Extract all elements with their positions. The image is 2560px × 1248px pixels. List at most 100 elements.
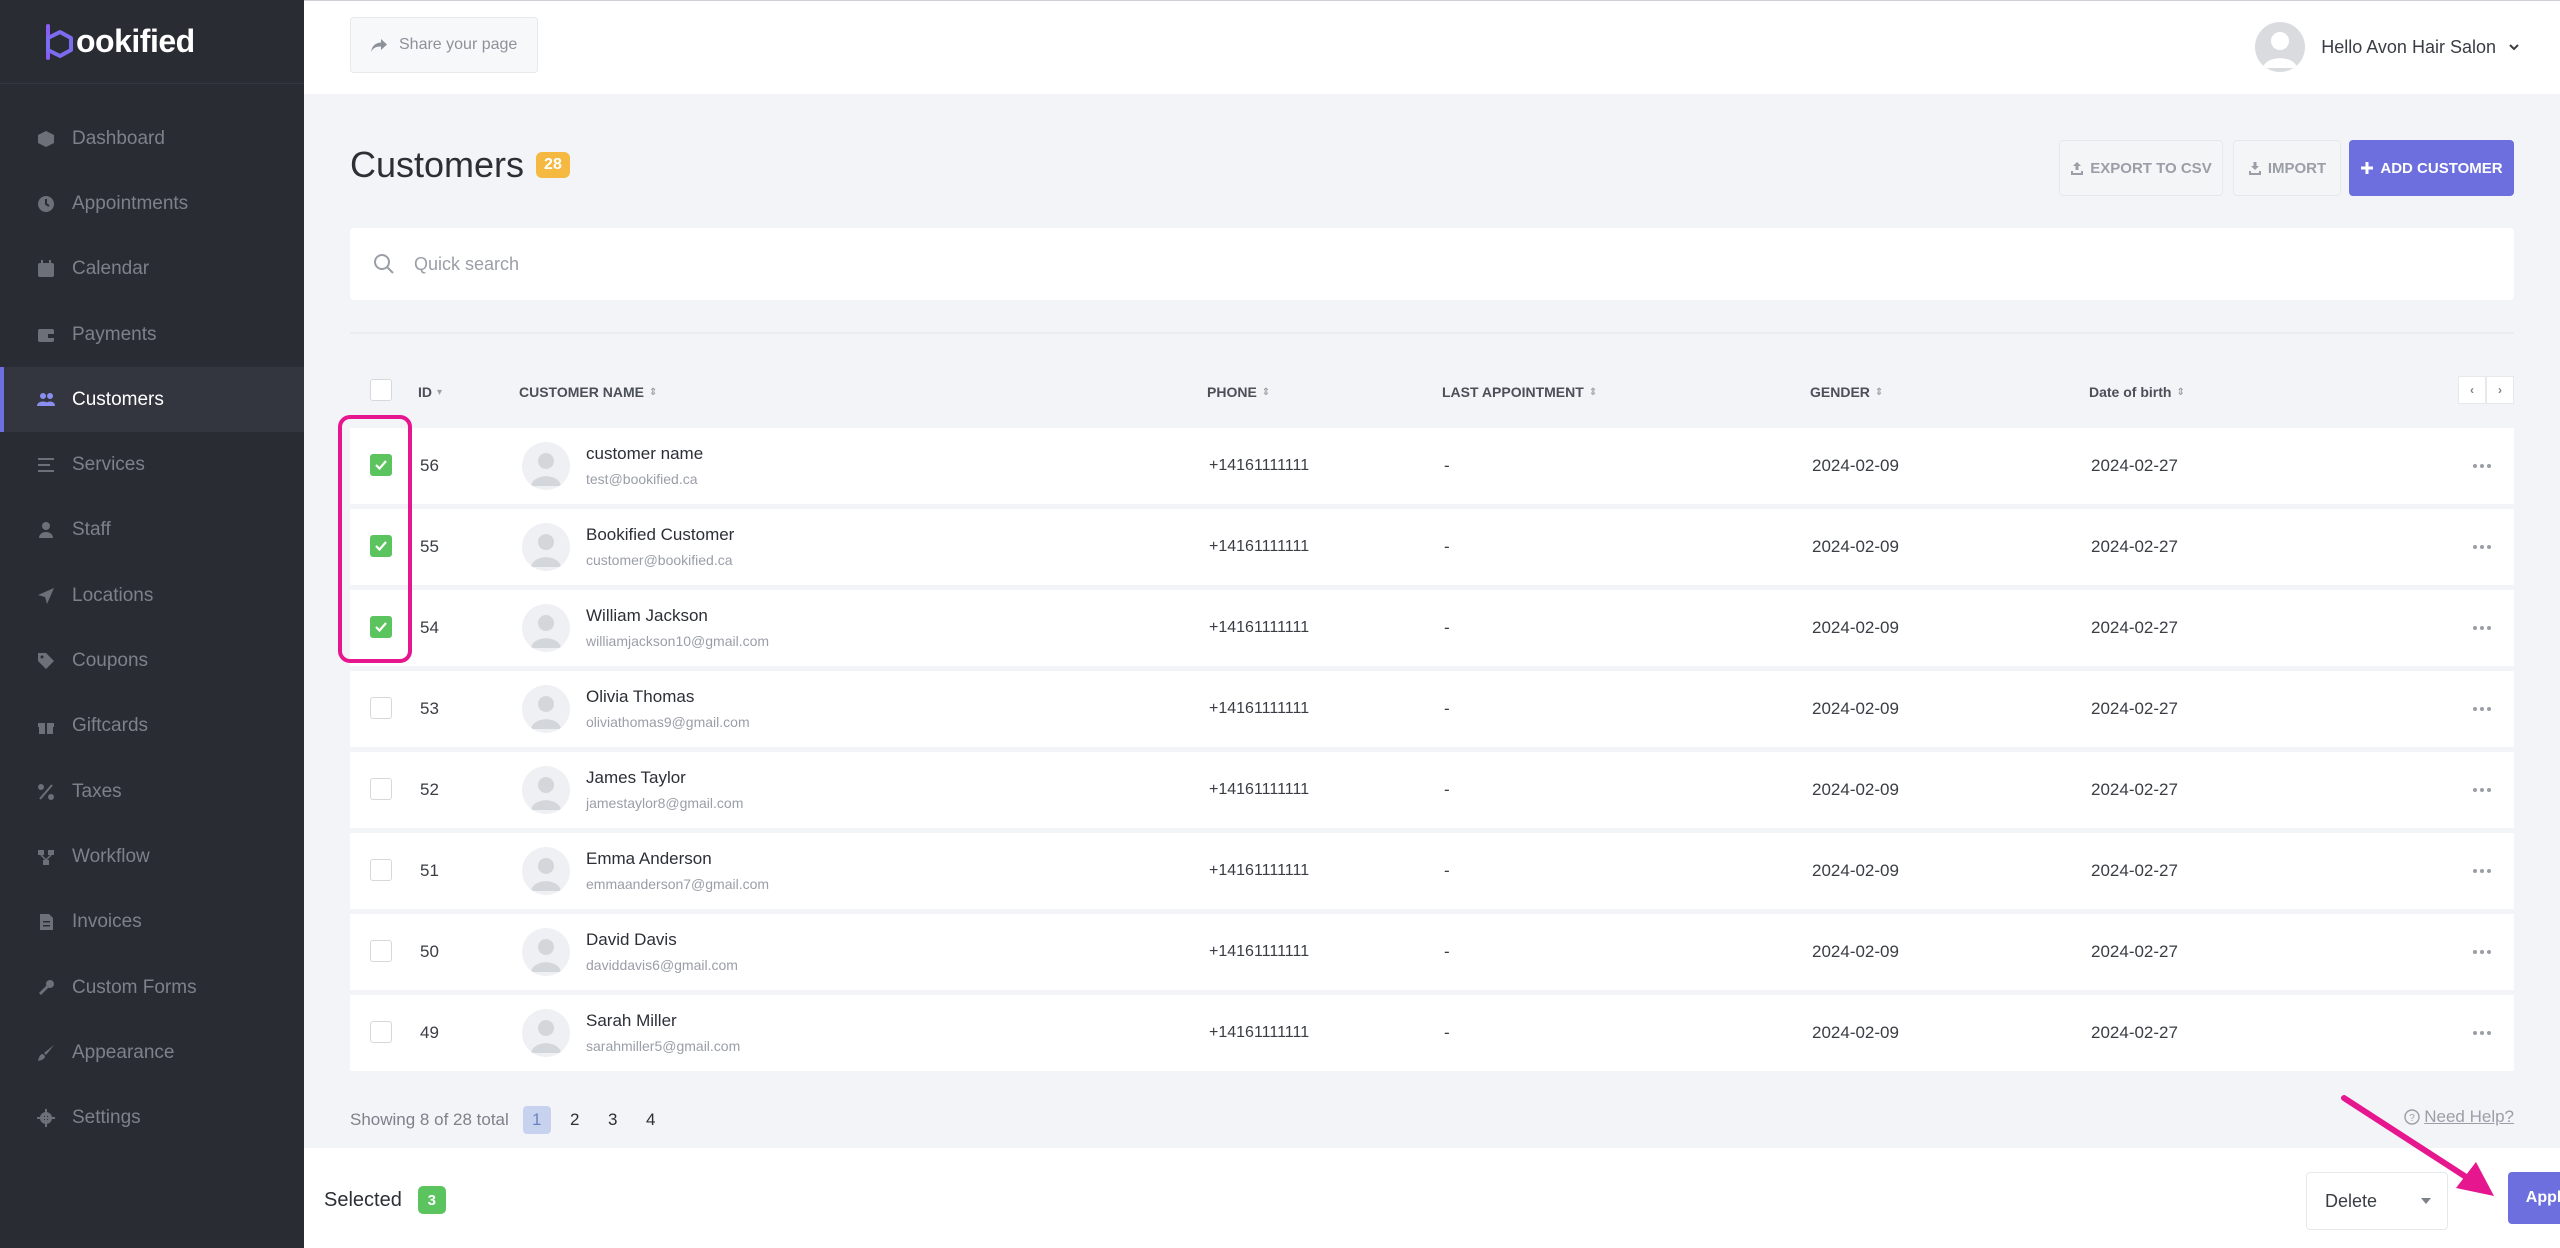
more-options-icon[interactable] xyxy=(2470,1021,2494,1045)
top-bar: Share your page Hello Avon Hair Salon xyxy=(304,0,2560,94)
column-date-of-birth-label: Date of birth xyxy=(2089,384,2172,400)
avatar-person-icon xyxy=(531,615,561,648)
table-row[interactable]: 56 customer name test@bookified.ca +1416111… xyxy=(350,428,2514,504)
showing-count-text: Showing 8 of 28 total xyxy=(350,1110,509,1129)
scroll-right-button[interactable]: › xyxy=(2486,376,2514,404)
column-id[interactable]: ID ▾ xyxy=(418,384,442,400)
gear-icon xyxy=(36,1108,56,1128)
customer-email: williamjackson10@gmail.com xyxy=(586,633,770,649)
sidebar-item-label: Giftcards xyxy=(72,715,149,737)
sidebar-item-label: Locations xyxy=(72,584,154,606)
customer-last-appointment: - xyxy=(1444,861,1450,880)
row-checkbox[interactable] xyxy=(370,778,392,800)
sidebar-item-taxes[interactable]: Taxes xyxy=(0,759,304,824)
customer-phone: +14161111111 xyxy=(1209,538,1310,555)
sidebar-item-custom-forms[interactable]: Custom Forms xyxy=(0,955,304,1020)
customer-gender: 2024-02-09 xyxy=(1812,456,1899,475)
table-row[interactable]: 54 William Jackson williamjackson10@gmail.… xyxy=(350,590,2514,666)
select-all-checkbox[interactable] xyxy=(370,379,392,401)
table-row[interactable]: 55 Bookified Customer customer@bookified.c… xyxy=(350,509,2514,585)
invoice-icon xyxy=(36,912,56,932)
sidebar-item-payments[interactable]: Payments xyxy=(0,302,304,367)
customer-name[interactable]: David Davis xyxy=(586,930,677,950)
table-row[interactable]: 51 Emma Anderson emmaanderson7@gmail.com +1… xyxy=(350,833,2514,909)
customer-gender: 2024-02-09 xyxy=(1812,861,1899,880)
column-customer-name[interactable]: CUSTOMER NAME ⇕ xyxy=(519,384,657,400)
sidebar-item-staff[interactable]: Staff xyxy=(0,498,304,563)
sidebar-item-locations[interactable]: Locations xyxy=(0,563,304,628)
sidebar-item-giftcards[interactable]: Giftcards xyxy=(0,694,304,759)
search-input[interactable] xyxy=(414,253,2214,275)
sidebar-item-workflow[interactable]: Workflow xyxy=(0,824,304,889)
table-header: ID ▾ CUSTOMER NAME ⇕ PHONE ⇕ LAST APPOINTME… xyxy=(350,372,2514,412)
import-button[interactable]: IMPORT xyxy=(2233,140,2341,196)
apply-button[interactable]: Apply xyxy=(2508,1172,2560,1224)
column-last-appointment[interactable]: LAST APPOINTMENT ⇕ xyxy=(1442,384,1597,400)
tools-icon xyxy=(36,978,56,998)
export-csv-button[interactable]: EXPORT TO CSV xyxy=(2059,140,2223,196)
table-row[interactable]: 50 David Davis daviddavis6@gmail.com +14161… xyxy=(350,914,2514,990)
calendar-icon xyxy=(36,259,56,279)
customer-last-appointment: - xyxy=(1444,1023,1450,1042)
column-date-of-birth[interactable]: Date of birth ⇕ xyxy=(2089,384,2185,400)
table-row[interactable]: 53 Olivia Thomas oliviathomas9@gmail.com +1… xyxy=(350,671,2514,747)
customer-name[interactable]: Bookified Customer xyxy=(586,525,734,545)
page-title-text: Customers xyxy=(350,144,525,185)
download-icon xyxy=(2248,162,2261,175)
wallet-icon xyxy=(36,325,56,345)
customer-name[interactable]: Sarah Miller xyxy=(586,1011,677,1031)
more-options-icon[interactable] xyxy=(2470,859,2494,883)
sidebar-item-invoices[interactable]: Invoices xyxy=(0,890,304,955)
customer-gender: 2024-02-09 xyxy=(1812,699,1899,718)
share-page-button[interactable]: Share your page xyxy=(350,17,538,73)
scroll-left-button[interactable]: ‹ xyxy=(2458,376,2486,404)
sidebar-item-services[interactable]: Services xyxy=(0,432,304,497)
divider xyxy=(350,332,2514,334)
sidebar-item-settings[interactable]: Settings xyxy=(0,1085,304,1150)
logo[interactable]: ookified xyxy=(0,0,304,84)
customer-date-of-birth: 2024-02-27 xyxy=(2091,942,2178,961)
table-row[interactable]: 49 Sarah Miller sarahmiller5@gmail.com +141… xyxy=(350,995,2514,1071)
import-label: IMPORT xyxy=(2267,159,2327,177)
user-menu[interactable]: Hello Avon Hair Salon xyxy=(2255,21,2520,73)
sidebar-item-label: Customers xyxy=(72,388,164,410)
row-checkbox[interactable] xyxy=(370,940,392,962)
customer-name[interactable]: William Jackson xyxy=(586,606,708,626)
page-4-button[interactable]: 4 xyxy=(637,1106,665,1134)
customer-avatar xyxy=(522,766,570,814)
sidebar-item-dashboard[interactable]: Dashboard xyxy=(0,106,304,171)
more-options-icon[interactable] xyxy=(2470,697,2494,721)
column-gender[interactable]: GENDER ⇕ xyxy=(1810,384,1883,400)
row-checkbox[interactable] xyxy=(370,859,392,881)
customer-gender: 2024-02-09 xyxy=(1812,1023,1899,1042)
more-options-icon[interactable] xyxy=(2470,778,2494,802)
more-options-icon[interactable] xyxy=(2470,616,2494,640)
page-3-button[interactable]: 3 xyxy=(599,1106,627,1134)
customer-name[interactable]: customer name xyxy=(586,444,703,464)
page-1-button[interactable]: 1 xyxy=(522,1106,551,1134)
customer-name[interactable]: James Taylor xyxy=(586,768,686,788)
sidebar-item-calendar[interactable]: Calendar xyxy=(0,237,304,302)
sidebar-item-label: Services xyxy=(72,454,145,476)
customer-name[interactable]: Emma Anderson xyxy=(586,849,712,869)
customer-email: sarahmiller5@gmail.com xyxy=(586,1038,741,1054)
page-2-button[interactable]: 2 xyxy=(561,1106,589,1134)
customer-count-badge: 28 xyxy=(536,152,570,178)
sidebar-item-appearance[interactable]: Appearance xyxy=(0,1020,304,1085)
more-options-icon[interactable] xyxy=(2470,454,2494,478)
sidebar-item-appointments[interactable]: Appointments xyxy=(0,171,304,236)
customer-gender: 2024-02-09 xyxy=(1812,942,1899,961)
row-checkbox[interactable] xyxy=(370,697,392,719)
sort-icon: ⇕ xyxy=(648,386,658,398)
more-options-icon[interactable] xyxy=(2470,940,2494,964)
customer-avatar xyxy=(522,442,570,490)
column-phone[interactable]: PHONE ⇕ xyxy=(1207,384,1270,400)
customer-name[interactable]: Olivia Thomas xyxy=(586,687,694,707)
sort-icon: ⇕ xyxy=(1261,386,1271,398)
more-options-icon[interactable] xyxy=(2470,535,2494,559)
add-customer-button[interactable]: ADD CUSTOMER xyxy=(2349,140,2514,196)
table-row[interactable]: 52 James Taylor jamestaylor8@gmail.com +141… xyxy=(350,752,2514,828)
sidebar-item-coupons[interactable]: Coupons xyxy=(0,628,304,693)
row-checkbox[interactable] xyxy=(370,1021,392,1043)
sidebar-item-customers[interactable]: Customers xyxy=(0,367,304,433)
